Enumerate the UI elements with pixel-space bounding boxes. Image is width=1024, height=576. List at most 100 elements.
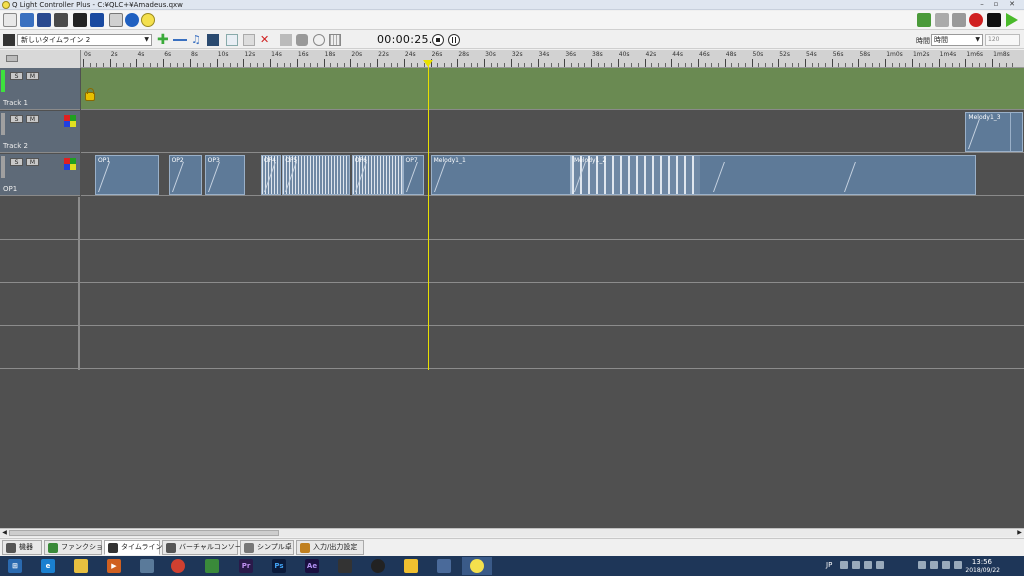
maximize-button[interactable]: ▫ (990, 0, 1002, 9)
live-edit-icon[interactable] (917, 13, 931, 27)
premiere-icon[interactable]: Pr (231, 557, 261, 575)
close-window-button[interactable]: ✕ (1006, 0, 1018, 9)
tray-icon[interactable] (852, 561, 860, 569)
clock-time[interactable]: 13:56 (972, 558, 992, 566)
operate-mode-icon[interactable] (1006, 13, 1018, 27)
tab-3[interactable]: バーチャルコンソール (162, 540, 249, 555)
app-icon-11[interactable] (330, 557, 360, 575)
add-audio-icon[interactable]: ♫ (191, 34, 203, 46)
stop-button[interactable] (432, 34, 444, 46)
tray-icon[interactable] (918, 561, 926, 569)
copy-icon[interactable] (226, 34, 238, 46)
track-header-1[interactable]: S M Track 1 (0, 68, 80, 110)
panic-icon[interactable] (969, 13, 983, 27)
address-tool-icon[interactable] (109, 13, 123, 27)
track-lane-1[interactable] (81, 68, 1024, 110)
timeline-clip[interactable]: OP3 (204, 155, 245, 195)
tab-1[interactable]: ファンクション (44, 540, 110, 555)
photoshop-icon[interactable]: Ps (264, 557, 294, 575)
timeline-clip[interactable]: OP1 (95, 155, 160, 195)
ruler-tick-label: 12s (244, 51, 256, 58)
zoom-slider[interactable] (6, 55, 18, 62)
ruler-minor-tick (891, 63, 893, 67)
tab-4[interactable]: シンプル卓 (240, 540, 294, 555)
tray-icon[interactable] (876, 561, 884, 569)
app-icon-5[interactable] (132, 557, 162, 575)
blackout-icon[interactable] (935, 13, 949, 27)
tray-icon[interactable] (930, 561, 938, 569)
add-track-icon[interactable]: ✚ (157, 33, 169, 47)
delete-icon[interactable]: ✕ (260, 34, 272, 46)
new-file-icon[interactable] (3, 13, 17, 27)
solo-button[interactable]: S (10, 115, 23, 123)
drive-icon[interactable] (396, 557, 426, 575)
monitor-icon[interactable] (73, 13, 87, 27)
media-icon[interactable]: ▶ (99, 557, 129, 575)
help-icon[interactable] (125, 13, 139, 27)
scroll-left-icon[interactable]: ◀ (0, 529, 9, 537)
open-file-icon[interactable] (20, 13, 34, 27)
timebase-select[interactable]: 時間 ▼ (931, 34, 983, 46)
qlc-taskbar-icon[interactable] (462, 557, 492, 575)
timeline-select[interactable]: 新しいタイムライン 2 ▼ (17, 34, 152, 46)
ruler-tick (778, 59, 780, 67)
fixture-grid-icon[interactable] (90, 13, 104, 27)
tray-language[interactable]: JP (826, 561, 832, 569)
save-icon[interactable] (37, 13, 51, 27)
track-lane-2[interactable]: Melody1_3 (81, 111, 1024, 153)
clock-date[interactable]: 2018/09/22 (965, 567, 1000, 574)
mute-button[interactable]: M (26, 72, 39, 80)
mute-button[interactable]: M (26, 115, 39, 123)
timeline-clip[interactable]: OP2 (168, 155, 202, 195)
explorer-icon[interactable] (66, 557, 96, 575)
timeline-clip[interactable]: Melody1_1 (430, 155, 571, 195)
add-video-icon[interactable] (207, 34, 219, 46)
after-effects-icon[interactable]: Ae (297, 557, 327, 575)
chrome-icon[interactable] (163, 557, 193, 575)
playback-cursor[interactable] (427, 60, 429, 370)
volume-icon[interactable] (954, 561, 962, 569)
cursor-handle-icon[interactable] (422, 60, 433, 67)
tab-5[interactable]: 入力/出力設定 (296, 540, 364, 555)
tray-icon[interactable] (864, 561, 872, 569)
app-icon-7[interactable] (197, 557, 227, 575)
tray-icon[interactable] (840, 561, 848, 569)
scrollbar-thumb[interactable] (9, 530, 279, 536)
track-lane-3[interactable]: OP1 OP2 OP3 OP4 OP5 OP6 OP7 Melody1_1 Melody1_2 (81, 154, 1024, 196)
tab-2[interactable]: タイムライン (104, 540, 163, 555)
timeline-clip[interactable]: OP5 (282, 155, 351, 195)
timeline-clip[interactable]: Melody1_2 (571, 155, 977, 195)
tab-0[interactable]: 機器 (2, 540, 42, 555)
track-header-3[interactable]: S M OP1 (0, 154, 80, 196)
bpm-field[interactable]: 120 (985, 34, 1020, 46)
timeline-clip[interactable]: OP7 (402, 155, 424, 195)
ie-icon[interactable]: e (33, 557, 63, 575)
mute-button[interactable]: M (26, 158, 39, 166)
snap-grid-icon[interactable] (329, 34, 341, 46)
timeline-clip-partial[interactable] (1010, 112, 1023, 152)
add-sequence-icon[interactable] (173, 34, 187, 46)
start-button[interactable]: ⊞ (0, 557, 30, 575)
minimize-button[interactable]: – (976, 0, 988, 9)
app-icon-12[interactable] (363, 557, 393, 575)
stop-all-icon[interactable] (952, 13, 966, 27)
dmx-out-icon[interactable] (987, 13, 1001, 27)
ruler-minor-tick (637, 63, 639, 67)
pause-button[interactable] (448, 34, 460, 46)
app-icon-14[interactable] (429, 557, 459, 575)
save-as-icon[interactable] (54, 13, 68, 27)
scroll-right-icon[interactable]: ▶ (1015, 529, 1024, 537)
timing-icon[interactable] (313, 34, 325, 46)
timeline-clip[interactable]: OP4 (260, 155, 281, 195)
lock-toolbar-icon[interactable] (296, 34, 308, 46)
time-ruler[interactable]: 0s 2s 4s 6s 8s 10s 12s 14s 16s 18s 20s 22s 24s 26s 28s… (81, 50, 1024, 68)
timeline-clip[interactable]: OP6 (351, 155, 403, 195)
tray-icon[interactable] (942, 561, 950, 569)
solo-button[interactable]: S (10, 72, 23, 80)
horizontal-scrollbar[interactable]: ◀ ▶ (0, 528, 1024, 537)
paste-icon[interactable] (243, 34, 255, 46)
color-icon[interactable] (280, 34, 292, 46)
track-header-2[interactable]: S M Track 2 (0, 111, 80, 153)
solo-button[interactable]: S (10, 158, 23, 166)
about-icon[interactable] (141, 13, 155, 27)
